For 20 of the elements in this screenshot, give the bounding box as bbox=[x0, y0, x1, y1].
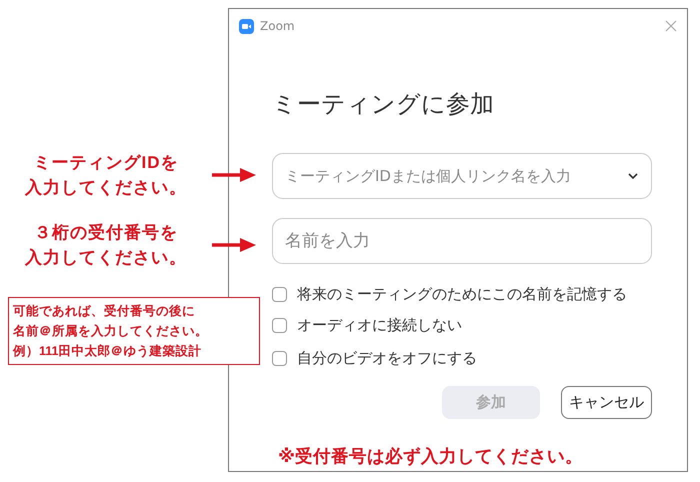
window-title: Zoom bbox=[260, 19, 296, 33]
checkbox-label: オーディオに接続しない bbox=[297, 316, 462, 335]
checkbox[interactable] bbox=[272, 318, 287, 333]
checkbox[interactable] bbox=[272, 286, 287, 302]
meeting-id-field[interactable]: ミーティングIDまたは個人リンク名を入力 bbox=[272, 153, 652, 199]
note-box: 可能であれば、受付番号の後に 名前＠所属を入力してください。 例）111田中太郎＠ゆう建築設計 bbox=[8, 297, 260, 365]
cancel-button[interactable]: キャンセル bbox=[561, 386, 652, 419]
callout-text: ３桁の受付番号を 入力してください。 bbox=[24, 222, 188, 269]
chevron-down-icon[interactable] bbox=[628, 173, 638, 179]
checkbox[interactable] bbox=[272, 351, 287, 366]
arrow-icon bbox=[212, 167, 256, 183]
name-field[interactable]: 名前を入力 bbox=[272, 218, 652, 264]
checkbox-label: 自分のビデオをオフにする bbox=[297, 349, 477, 368]
arrow-icon bbox=[212, 237, 256, 253]
callout-text: ミーティングIDを 入力してください。 bbox=[24, 152, 188, 199]
close-icon[interactable] bbox=[665, 20, 677, 32]
camera-app-icon bbox=[239, 18, 254, 34]
checkbox-label: 将来のミーティングのためにこの名前を記憶する bbox=[297, 284, 627, 304]
notice-text: ※受付番号は必ず入力してください。 bbox=[278, 445, 584, 468]
dialog-heading: ミーティングに参加 bbox=[272, 89, 495, 120]
